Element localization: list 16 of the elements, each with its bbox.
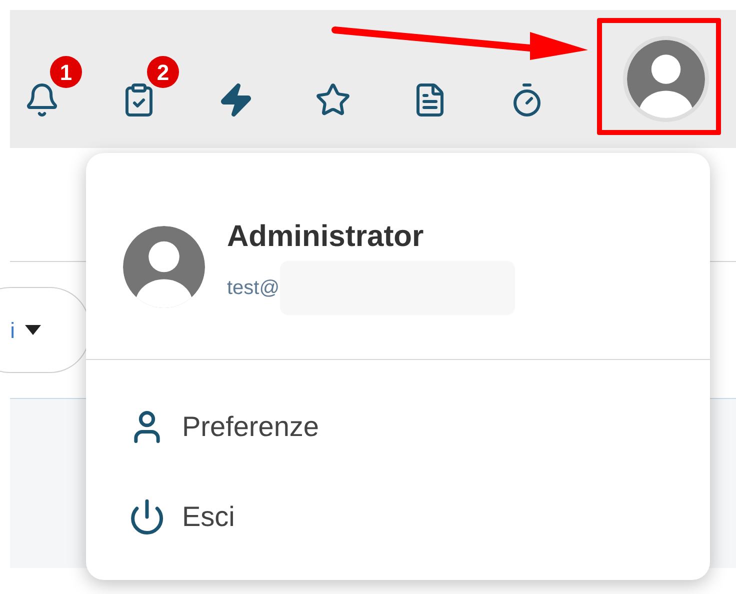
notification-badge: 1 bbox=[50, 56, 82, 88]
user-name: Administrator bbox=[227, 219, 425, 255]
notification-badge: 2 bbox=[147, 56, 179, 88]
select-value: i bbox=[10, 316, 15, 344]
menu-item[interactable]: Preferenze bbox=[86, 382, 710, 472]
profile-avatar-icon bbox=[123, 226, 205, 308]
user-avatar-icon bbox=[627, 40, 705, 118]
power-icon bbox=[128, 498, 166, 536]
star-icon bbox=[315, 82, 351, 118]
bell-icon bbox=[24, 82, 60, 118]
toolbar-button[interactable]: 1 bbox=[24, 56, 82, 118]
toolbar-button[interactable]: 2 bbox=[121, 56, 179, 118]
lightning-icon bbox=[218, 82, 254, 118]
caret-icon bbox=[25, 325, 41, 335]
user-email: test@ bbox=[227, 276, 280, 301]
menu-item[interactable]: Esci bbox=[86, 472, 710, 562]
